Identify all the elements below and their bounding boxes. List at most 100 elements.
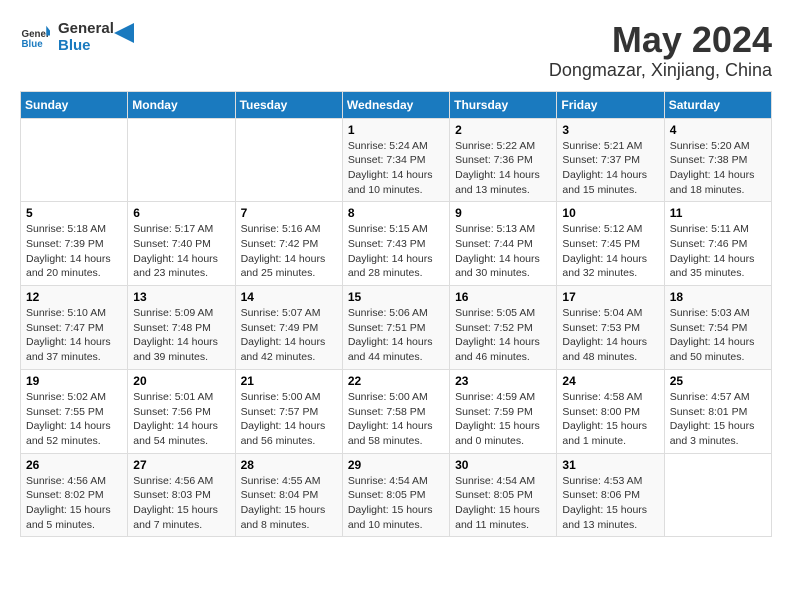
day-number: 28 [241,458,337,472]
calendar-cell [664,453,771,537]
column-header-monday: Monday [128,91,235,118]
column-header-tuesday: Tuesday [235,91,342,118]
day-info: Sunrise: 4:56 AM Sunset: 8:03 PM Dayligh… [133,474,229,533]
day-number: 26 [26,458,122,472]
day-number: 17 [562,290,658,304]
day-info: Sunrise: 5:01 AM Sunset: 7:56 PM Dayligh… [133,390,229,449]
day-number: 8 [348,206,444,220]
calendar-cell: 4Sunrise: 5:20 AM Sunset: 7:38 PM Daylig… [664,118,771,202]
calendar-week-row: 19 Sunrise: 5:02 AM Sunset: 7:55 PM Dayli… [21,369,772,453]
calendar-week-row: 12 Sunrise: 5:10 AM Sunset: 7:47 PM Dayli… [21,286,772,370]
calendar-cell: 19 Sunrise: 5:02 AM Sunset: 7:55 PM Dayli… [21,369,128,453]
day-info: Sunrise: 5:18 AM Sunset: 7:39 PM Dayligh… [26,222,122,281]
day-info: Sunrise: 5:12 AM Sunset: 7:45 PM Dayligh… [562,222,658,281]
logo-text-blue: Blue [58,37,114,54]
calendar-title: May 2024 [549,20,772,60]
calendar-cell: 17 Sunrise: 5:04 AM Sunset: 7:53 PM Dayli… [557,286,664,370]
day-number: 23 [455,374,551,388]
day-info: Sunrise: 5:02 AM Sunset: 7:55 PM Dayligh… [26,390,122,449]
day-number: 20 [133,374,229,388]
calendar-cell: 1Sunrise: 5:24 AM Sunset: 7:34 PM Daylig… [342,118,449,202]
logo-arrow-icon [114,23,134,43]
day-info: Sunrise: 5:10 AM Sunset: 7:47 PM Dayligh… [26,306,122,365]
day-info: Sunrise: 5:04 AM Sunset: 7:53 PM Dayligh… [562,306,658,365]
calendar-cell: 22 Sunrise: 5:00 AM Sunset: 7:58 PM Dayli… [342,369,449,453]
column-header-friday: Friday [557,91,664,118]
day-info: Sunrise: 5:13 AM Sunset: 7:44 PM Dayligh… [455,222,551,281]
day-number: 12 [26,290,122,304]
calendar-cell: 10 Sunrise: 5:12 AM Sunset: 7:45 PM Dayli… [557,202,664,286]
day-info: Sunrise: 4:59 AM Sunset: 7:59 PM Dayligh… [455,390,551,449]
calendar-cell: 5 Sunrise: 5:18 AM Sunset: 7:39 PM Daylig… [21,202,128,286]
day-number: 25 [670,374,766,388]
calendar-week-row: 26Sunrise: 4:56 AM Sunset: 8:02 PM Dayli… [21,453,772,537]
column-header-sunday: Sunday [21,91,128,118]
day-info: Sunrise: 5:15 AM Sunset: 7:43 PM Dayligh… [348,222,444,281]
calendar-cell: 16Sunrise: 5:05 AM Sunset: 7:52 PM Dayli… [450,286,557,370]
day-number: 30 [455,458,551,472]
day-info: Sunrise: 5:00 AM Sunset: 7:58 PM Dayligh… [348,390,444,449]
day-number: 6 [133,206,229,220]
calendar-cell: 20 Sunrise: 5:01 AM Sunset: 7:56 PM Dayli… [128,369,235,453]
day-number: 7 [241,206,337,220]
day-info: Sunrise: 5:07 AM Sunset: 7:49 PM Dayligh… [241,306,337,365]
page-header: General Blue General Blue May 2024 Dongm… [20,20,772,81]
calendar-cell: 25Sunrise: 4:57 AM Sunset: 8:01 PM Dayli… [664,369,771,453]
calendar-cell: 28 Sunrise: 4:55 AM Sunset: 8:04 PM Dayli… [235,453,342,537]
column-header-wednesday: Wednesday [342,91,449,118]
day-number: 9 [455,206,551,220]
calendar-cell: 15 Sunrise: 5:06 AM Sunset: 7:51 PM Dayli… [342,286,449,370]
column-header-saturday: Saturday [664,91,771,118]
calendar-cell: 21Sunrise: 5:00 AM Sunset: 7:57 PM Dayli… [235,369,342,453]
calendar-cell [128,118,235,202]
day-info: Sunrise: 5:09 AM Sunset: 7:48 PM Dayligh… [133,306,229,365]
calendar-cell: 24Sunrise: 4:58 AM Sunset: 8:00 PM Dayli… [557,369,664,453]
day-number: 14 [241,290,337,304]
calendar-cell: 8 Sunrise: 5:15 AM Sunset: 7:43 PM Daylig… [342,202,449,286]
calendar-cell: 29Sunrise: 4:54 AM Sunset: 8:05 PM Dayli… [342,453,449,537]
calendar-header-row: SundayMondayTuesdayWednesdayThursdayFrid… [21,91,772,118]
logo-icon: General Blue [20,22,50,52]
day-number: 13 [133,290,229,304]
calendar-cell: 18Sunrise: 5:03 AM Sunset: 7:54 PM Dayli… [664,286,771,370]
day-info: Sunrise: 5:06 AM Sunset: 7:51 PM Dayligh… [348,306,444,365]
calendar-cell [235,118,342,202]
calendar-cell [21,118,128,202]
day-number: 11 [670,206,766,220]
calendar-week-row: 1Sunrise: 5:24 AM Sunset: 7:34 PM Daylig… [21,118,772,202]
calendar-week-row: 5 Sunrise: 5:18 AM Sunset: 7:39 PM Daylig… [21,202,772,286]
day-info: Sunrise: 5:20 AM Sunset: 7:38 PM Dayligh… [670,139,766,198]
calendar-subtitle: Dongmazar, Xinjiang, China [549,60,772,81]
day-number: 19 [26,374,122,388]
day-number: 27 [133,458,229,472]
calendar-cell: 6 Sunrise: 5:17 AM Sunset: 7:40 PM Daylig… [128,202,235,286]
day-info: Sunrise: 5:11 AM Sunset: 7:46 PM Dayligh… [670,222,766,281]
calendar-cell: 31 Sunrise: 4:53 AM Sunset: 8:06 PM Dayli… [557,453,664,537]
calendar-cell: 2Sunrise: 5:22 AM Sunset: 7:36 PM Daylig… [450,118,557,202]
day-number: 10 [562,206,658,220]
day-info: Sunrise: 4:53 AM Sunset: 8:06 PM Dayligh… [562,474,658,533]
day-info: Sunrise: 5:03 AM Sunset: 7:54 PM Dayligh… [670,306,766,365]
day-info: Sunrise: 4:54 AM Sunset: 8:05 PM Dayligh… [455,474,551,533]
day-info: Sunrise: 4:54 AM Sunset: 8:05 PM Dayligh… [348,474,444,533]
calendar-cell: 12 Sunrise: 5:10 AM Sunset: 7:47 PM Dayli… [21,286,128,370]
day-info: Sunrise: 5:05 AM Sunset: 7:52 PM Dayligh… [455,306,551,365]
calendar-cell: 13 Sunrise: 5:09 AM Sunset: 7:48 PM Dayli… [128,286,235,370]
calendar-cell: 9 Sunrise: 5:13 AM Sunset: 7:44 PM Daylig… [450,202,557,286]
day-info: Sunrise: 4:58 AM Sunset: 8:00 PM Dayligh… [562,390,658,449]
logo-text-general: General [58,20,114,37]
day-number: 31 [562,458,658,472]
day-info: Sunrise: 5:17 AM Sunset: 7:40 PM Dayligh… [133,222,229,281]
column-header-thursday: Thursday [450,91,557,118]
day-number: 22 [348,374,444,388]
calendar-cell: 23 Sunrise: 4:59 AM Sunset: 7:59 PM Dayli… [450,369,557,453]
calendar-cell: 26Sunrise: 4:56 AM Sunset: 8:02 PM Dayli… [21,453,128,537]
svg-text:Blue: Blue [22,39,44,50]
day-info: Sunrise: 4:55 AM Sunset: 8:04 PM Dayligh… [241,474,337,533]
calendar-cell: 3Sunrise: 5:21 AM Sunset: 7:37 PM Daylig… [557,118,664,202]
day-number: 2 [455,123,551,137]
calendar-cell: 7Sunrise: 5:16 AM Sunset: 7:42 PM Daylig… [235,202,342,286]
day-number: 15 [348,290,444,304]
day-number: 5 [26,206,122,220]
title-block: May 2024 Dongmazar, Xinjiang, China [549,20,772,81]
